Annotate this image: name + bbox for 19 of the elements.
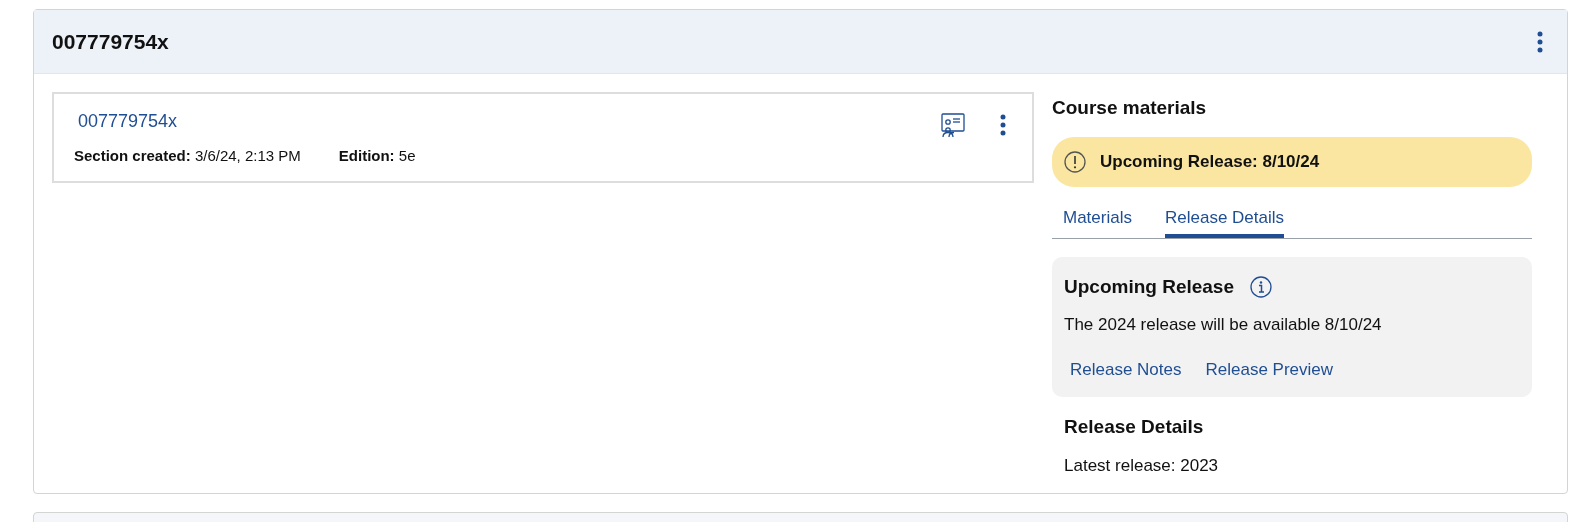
info-icon[interactable] bbox=[1250, 276, 1272, 299]
release-description: The 2024 release will be available 8/10/24 bbox=[1064, 313, 1383, 336]
card-title: 007779754x bbox=[52, 28, 169, 55]
presentation-icon[interactable] bbox=[940, 112, 966, 138]
release-link[interactable]: Release Preview bbox=[1205, 357, 1334, 383]
alert-text: Upcoming Release: 8/10/24 bbox=[1100, 150, 1320, 173]
release-details-heading: Release Details bbox=[1064, 414, 1205, 439]
tab[interactable]: Release Details bbox=[1164, 200, 1285, 238]
kebab-icon bbox=[1537, 30, 1543, 53]
section-link[interactable]: 007779754x bbox=[78, 108, 178, 135]
kebab-icon bbox=[1000, 114, 1006, 136]
warning-icon bbox=[1064, 150, 1086, 173]
latest-release-text: Latest release: 2023 bbox=[1064, 455, 1220, 477]
section-info: Edition: 5e bbox=[338, 146, 416, 166]
tab[interactable]: Materials bbox=[1063, 200, 1132, 238]
section-heading: Course materials bbox=[1052, 96, 1208, 120]
section-info: Section created: 3/6/24, 2:13 PM bbox=[74, 146, 301, 166]
upcoming-heading: Upcoming Release bbox=[1064, 275, 1234, 299]
release-link[interactable]: Release Notes bbox=[1070, 357, 1182, 383]
